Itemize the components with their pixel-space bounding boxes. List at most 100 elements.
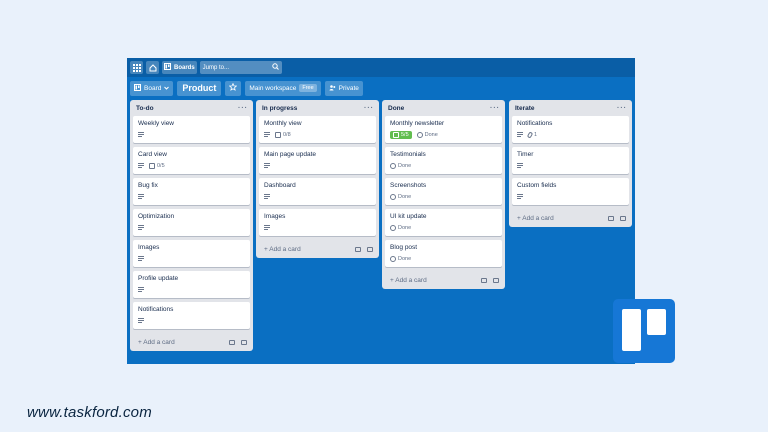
card-template-icon[interactable] xyxy=(229,339,235,345)
card[interactable]: Dashboard xyxy=(259,178,376,205)
description-icon xyxy=(517,163,523,168)
clock-icon xyxy=(390,224,396,231)
description-badge xyxy=(138,194,144,199)
card[interactable]: UI kit update Done xyxy=(385,209,502,236)
boards-button[interactable]: Boards xyxy=(162,61,197,74)
description-badge xyxy=(517,132,523,137)
add-card-button[interactable]: + Add a card xyxy=(390,277,427,284)
card-title: Images xyxy=(264,213,286,220)
card[interactable]: Custom fields xyxy=(512,178,629,205)
card-badges xyxy=(138,130,245,139)
card-template-icon[interactable] xyxy=(355,246,361,252)
description-icon xyxy=(138,318,144,323)
card[interactable]: Notifications 1 xyxy=(512,116,629,143)
visibility-button[interactable]: Private xyxy=(324,80,363,96)
attachment-icon xyxy=(526,130,534,139)
attachment-badge: 1 xyxy=(526,130,538,139)
list-menu-icon[interactable]: ··· xyxy=(617,105,627,112)
add-card-button[interactable]: + Add a card xyxy=(517,215,554,222)
card-title: Main page update xyxy=(264,151,317,158)
description-badge xyxy=(138,256,144,261)
checklist-icon xyxy=(149,162,155,169)
trello-logo xyxy=(613,299,675,363)
list-title[interactable]: Iterate xyxy=(515,105,535,112)
list-title[interactable]: In progress xyxy=(262,105,297,112)
description-badge xyxy=(517,194,523,199)
chevron-down-icon xyxy=(164,85,170,92)
card-badges xyxy=(264,192,371,201)
card-title: Dashboard xyxy=(264,182,296,189)
archive-icon[interactable] xyxy=(367,246,373,252)
boards-label: Boards xyxy=(174,64,195,71)
list-title[interactable]: To-do xyxy=(136,105,154,112)
card-badges xyxy=(138,192,245,201)
due-status-badge: Done xyxy=(390,162,412,169)
card[interactable]: Images xyxy=(259,209,376,236)
card[interactable]: Weekly view xyxy=(133,116,250,143)
card[interactable]: Optimization xyxy=(133,209,250,236)
card-template-icon[interactable] xyxy=(481,277,487,283)
star-button[interactable] xyxy=(225,80,242,96)
card[interactable]: Notifications xyxy=(133,302,250,329)
card-badges: Done xyxy=(390,192,497,201)
add-card-button[interactable]: + Add a card xyxy=(264,246,301,253)
list-header: Iterate ··· xyxy=(509,100,632,116)
archive-icon[interactable] xyxy=(620,215,626,221)
list-column: Done ··· Monthly newsletter 5/5 Done Testimon… xyxy=(382,100,505,289)
card-badges xyxy=(517,192,624,201)
card[interactable]: Card view 0/5 xyxy=(133,147,250,174)
card[interactable]: Timer xyxy=(512,147,629,174)
card[interactable]: Bug fix xyxy=(133,178,250,205)
list-menu-icon[interactable]: ··· xyxy=(490,105,500,112)
card[interactable]: Testimonials Done xyxy=(385,147,502,174)
description-badge xyxy=(264,132,270,137)
list-menu-icon[interactable]: ··· xyxy=(364,105,374,112)
list-title[interactable]: Done xyxy=(388,105,404,112)
archive-icon[interactable] xyxy=(493,277,499,283)
attachment-count: 1 xyxy=(534,131,538,138)
list-footer: + Add a card xyxy=(382,271,505,289)
checklist-count: 5/5 xyxy=(401,131,409,138)
due-status-badge: Done xyxy=(390,255,411,262)
card-badges: 0/5 xyxy=(138,161,245,170)
checklist-icon xyxy=(393,131,399,138)
card-title: Images xyxy=(138,244,160,251)
boards-icon xyxy=(164,63,171,72)
search-placeholder: Jump to... xyxy=(202,64,230,71)
add-card-button[interactable]: + Add a card xyxy=(138,339,175,346)
card[interactable]: Blog post Done xyxy=(385,240,502,267)
list-menu-icon[interactable]: ··· xyxy=(238,105,248,112)
archive-icon[interactable] xyxy=(241,339,247,345)
list-footer: + Add a card xyxy=(509,209,632,227)
search-input[interactable]: Jump to... xyxy=(199,61,282,74)
card[interactable]: Profile update xyxy=(133,271,250,298)
board-view-switcher[interactable]: Board xyxy=(130,80,174,96)
home-icon[interactable] xyxy=(146,61,159,74)
card[interactable]: Main page update xyxy=(259,147,376,174)
card[interactable]: Screenshots Done xyxy=(385,178,502,205)
card-template-icon[interactable] xyxy=(608,215,614,221)
card-badges xyxy=(138,316,245,325)
description-badge xyxy=(138,287,144,292)
description-icon xyxy=(517,132,523,137)
website-watermark: www.taskford.com xyxy=(27,404,152,421)
due-status-label: Done xyxy=(398,224,412,231)
list-column: Iterate ··· Notifications 1 Timer Custom fiel… xyxy=(509,100,632,227)
top-navigation-bar: Boards Jump to... xyxy=(127,58,635,77)
card-title: Notifications xyxy=(517,120,553,127)
star-icon xyxy=(229,82,238,93)
card[interactable]: Monthly newsletter 5/5 Done xyxy=(385,116,502,143)
description-badge xyxy=(138,132,144,137)
due-status-badge: Done xyxy=(390,193,411,200)
description-icon xyxy=(138,163,144,168)
card-title: Monthly view xyxy=(264,120,302,127)
apps-grid-icon[interactable] xyxy=(130,61,143,74)
card-title: Testimonials xyxy=(390,151,426,158)
clock-icon xyxy=(416,131,423,138)
workspace-button[interactable]: Main workspace Free xyxy=(245,80,321,96)
card[interactable]: Monthly view 0/8 xyxy=(259,116,376,143)
checklist-icon xyxy=(275,131,281,138)
card[interactable]: Images xyxy=(133,240,250,267)
board-title[interactable]: Product xyxy=(177,80,222,96)
due-status-label: Done xyxy=(398,162,412,169)
